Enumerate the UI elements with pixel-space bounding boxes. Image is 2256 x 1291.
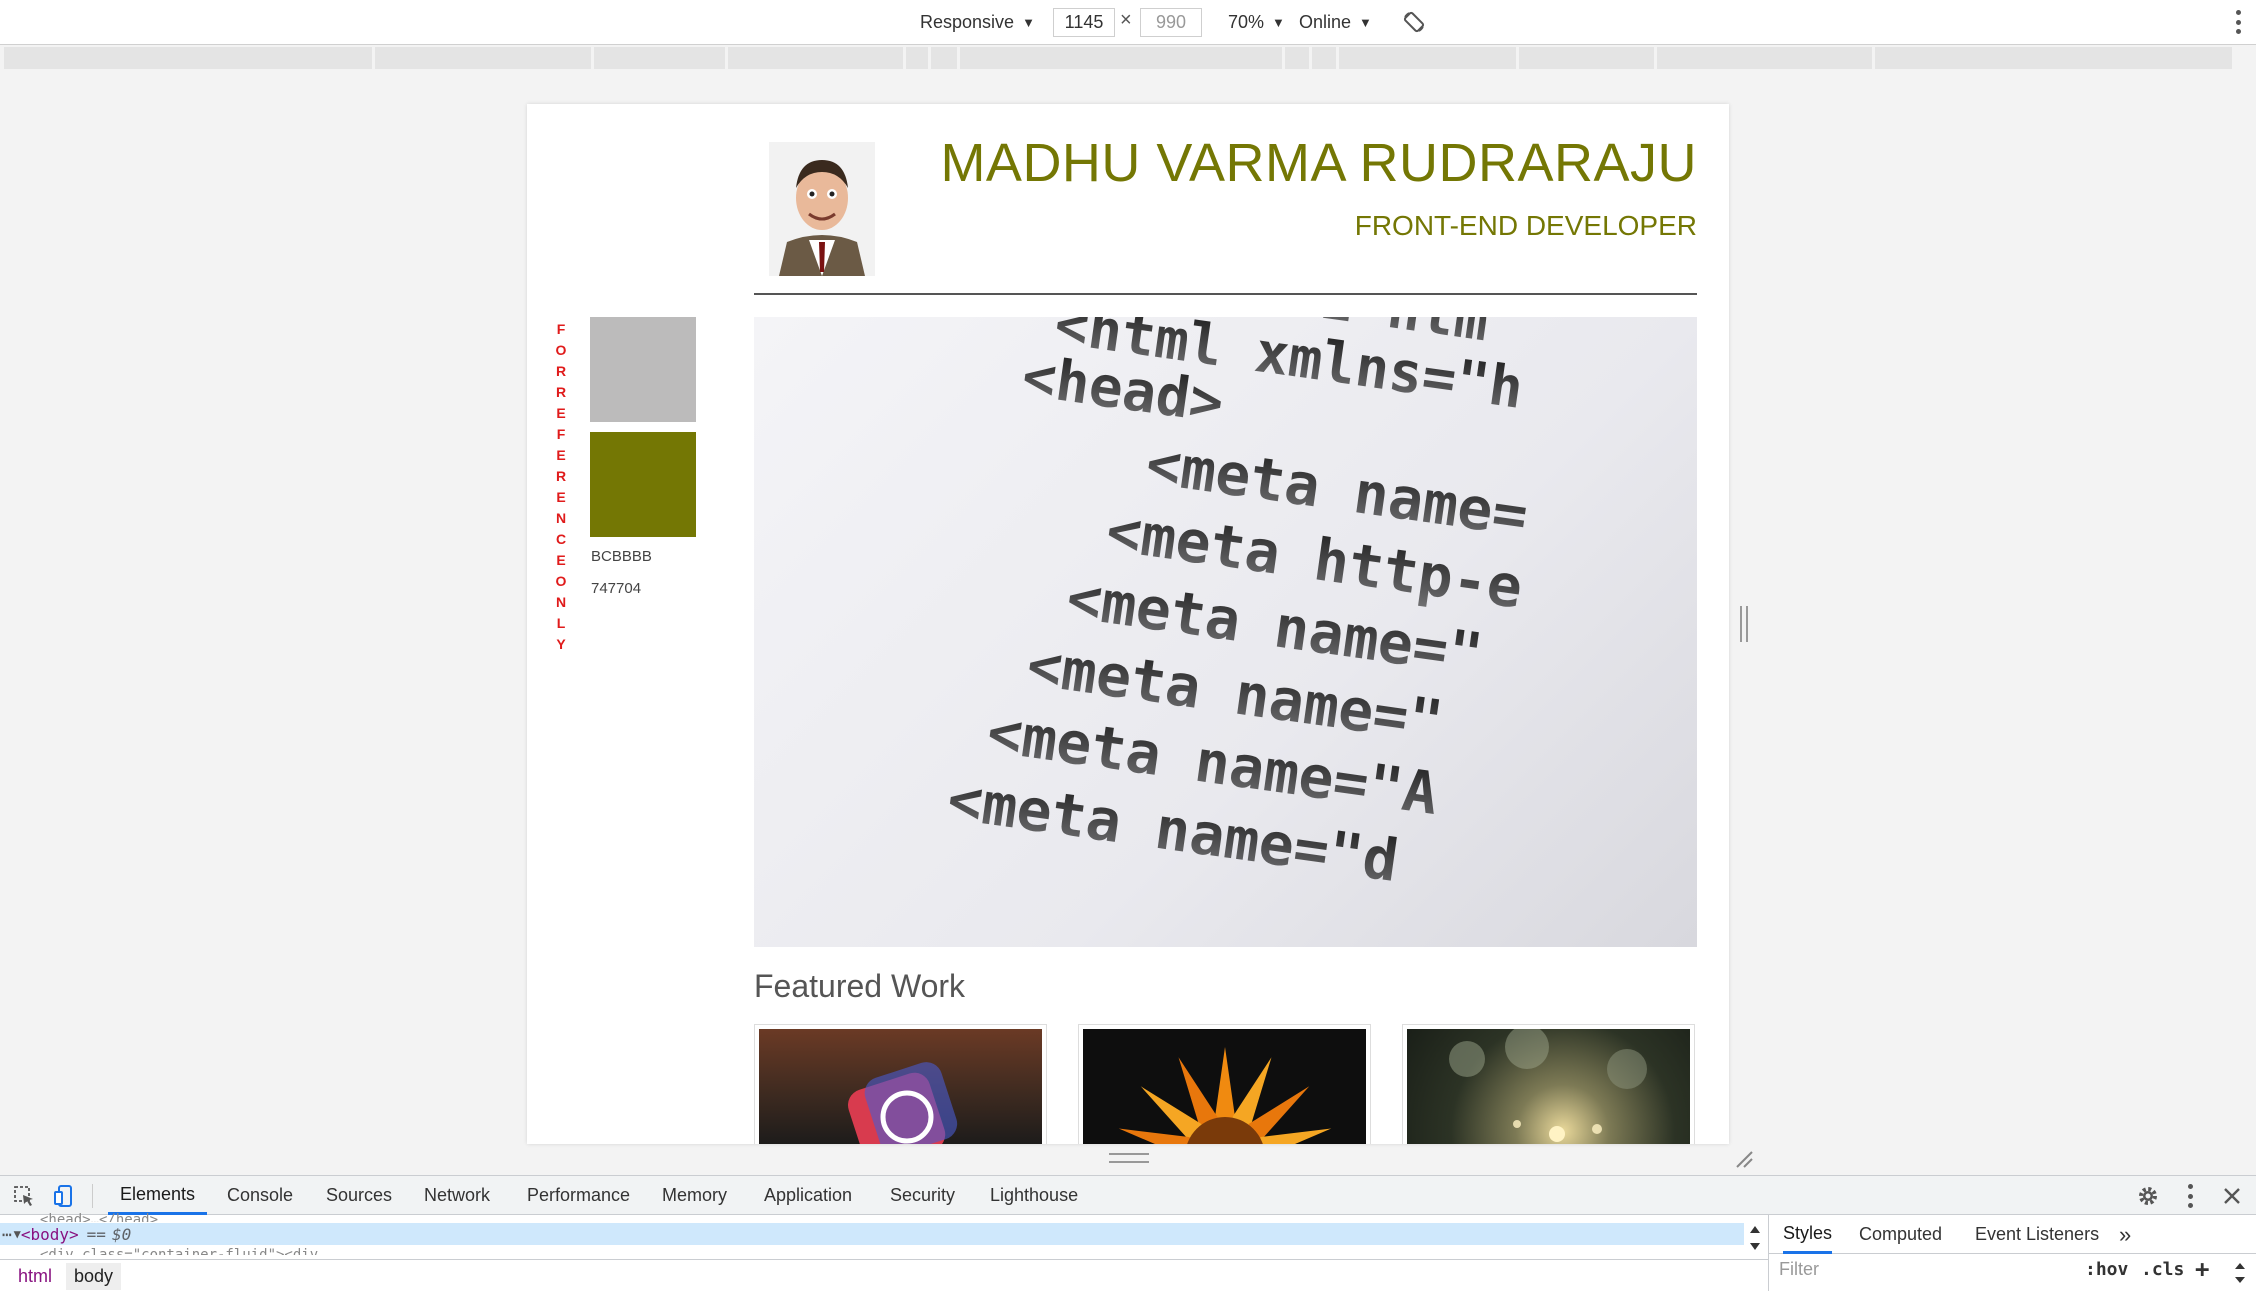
styles-filter-input[interactable]: Filter [1779,1259,1819,1280]
more-options-icon[interactable] [2236,10,2242,34]
devtools-tab-bar: Elements Console Sources Network Perform… [0,1176,2256,1215]
caret-down-icon: ▼ [1359,15,1372,30]
vertical-letter: O [555,342,567,358]
tab-lighthouse[interactable]: Lighthouse [990,1176,1078,1215]
hov-button[interactable]: :hov [2085,1259,2128,1280]
expand-triangle-icon[interactable]: ▼ [14,1227,21,1241]
header-divider [754,293,1697,295]
ellipsis-icon[interactable]: ⋯ [2,1225,12,1244]
featured-thumbnail[interactable] [1078,1024,1371,1144]
tab-sources[interactable]: Sources [326,1176,392,1215]
vertical-reference-label: F O R R E F E R E N C E O N L Y [555,319,567,655]
tab-memory[interactable]: Memory [662,1176,727,1215]
new-style-rule-button[interactable]: + [2195,1255,2209,1283]
vertical-letter: N [555,594,567,610]
media-query-bar[interactable] [4,47,2252,69]
vertical-letter: E [556,447,566,463]
styles-scroll-arrows-icon[interactable] [2233,1259,2247,1287]
width-input[interactable]: 1145 [1053,8,1115,37]
caret-down-icon: ▼ [1022,15,1035,30]
vertical-letter: R [555,468,567,484]
throttle-select-label: Online [1299,12,1352,32]
tab-application[interactable]: Application [764,1176,852,1215]
height-input[interactable]: 990 [1140,8,1202,37]
vertical-letter: E [556,552,566,568]
profile-photo [769,142,875,276]
breadcrumb-body[interactable]: body [66,1262,122,1290]
vertical-letter: R [555,363,567,379]
close-icon[interactable] [2220,1184,2244,1208]
tab-network[interactable]: Network [424,1176,490,1215]
hero-image: <!DOCTYPE htm <html xmlns="h <head> <met… [754,317,1697,947]
caret-down-icon: ▼ [1272,15,1285,30]
dom-line-container[interactable]: <div class="container-fluid"><div [40,1247,318,1255]
devtools-more-icon[interactable] [2188,1184,2193,1208]
styles-tab-bar: Styles Computed Event Listeners » [1769,1215,2256,1254]
resize-handle-side[interactable] [1740,606,1748,642]
device-toggle-icon[interactable] [52,1184,76,1208]
tab-elements[interactable]: Elements [108,1176,208,1215]
featured-work-heading: Featured Work [754,968,966,1004]
tab-computed[interactable]: Computed [1859,1215,1942,1254]
dom-scroll-arrows-icon[interactable] [1748,1221,1762,1255]
page-title: MADHU VARMA RUDRARAJU [940,133,1697,193]
breadcrumb: html body [0,1259,1768,1291]
vertical-letter: C [555,531,567,547]
inspect-element-icon[interactable] [12,1184,36,1208]
vertical-letter: O [555,573,567,589]
device-toolbar: Responsive ▼ 1145 × 990 70% ▼ Online ▼ [0,0,2256,45]
zoom-select-label: 70% [1228,12,1265,32]
cls-button[interactable]: .cls [2141,1259,2184,1280]
tab-console[interactable]: Console [227,1176,293,1215]
vertical-letter: F [556,321,566,337]
vertical-letter: E [556,489,566,505]
tab-event-listeners[interactable]: Event Listeners [1975,1215,2099,1254]
featured-thumbnail[interactable] [1402,1024,1695,1144]
vertical-letter: E [556,405,566,421]
settings-gear-icon[interactable] [2136,1184,2160,1208]
dom-line-head[interactable]: <head>…</head> [40,1212,158,1222]
vertical-letter: Y [556,636,566,652]
emulated-viewport: MADHU VARMA RUDRARAJU FRONT-END DEVELOPE… [527,104,1729,1144]
color-swatch-gray [590,317,696,422]
vertical-letter: F [556,426,566,442]
vertical-letter: L [556,615,566,631]
toolbar-separator [92,1184,93,1208]
breadcrumb-html[interactable]: html [10,1263,60,1290]
more-tabs-icon[interactable]: » [2119,1215,2131,1254]
tab-styles[interactable]: Styles [1783,1215,1833,1254]
resize-corner-icon[interactable] [1735,1150,1753,1168]
swatch-gray-label: BCBBBB [591,548,652,565]
styles-pane: Styles Computed Event Listeners » Filter… [1768,1215,2256,1291]
times-symbol: × [1120,9,1132,31]
tab-security[interactable]: Security [890,1176,955,1215]
dom-eq: == [86,1224,106,1244]
zoom-select[interactable]: 70% ▼ [1228,0,1285,45]
resize-handle-bottom[interactable] [1109,1153,1149,1163]
vertical-letter: N [555,510,567,526]
swatch-olive-label: 747704 [591,580,642,597]
dom-selected-row[interactable]: ⋯ ▼ <body> == $0 [0,1223,1744,1245]
vertical-letter: R [555,384,567,400]
devtools-panel: Elements Console Sources Network Perform… [0,1175,2256,1291]
rotate-icon[interactable] [1402,10,1426,34]
dom-body-tag: <body> [20,1224,79,1244]
tab-performance[interactable]: Performance [527,1176,630,1215]
dom-var: $0 [111,1224,132,1244]
device-select-label: Responsive [920,12,1015,32]
throttle-select[interactable]: Online ▼ [1299,0,1372,45]
featured-thumbnail[interactable] [754,1024,1047,1144]
device-select[interactable]: Responsive ▼ [920,0,1035,45]
page-subtitle: FRONT-END DEVELOPER [1354,210,1697,241]
color-swatch-olive [590,432,696,537]
